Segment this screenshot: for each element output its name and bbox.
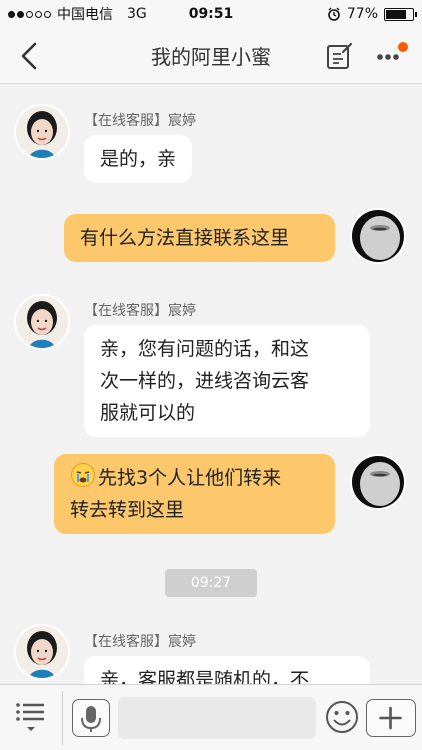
message-bubble-agent[interactable]: 亲，您有问题的话，和这 次一样的，进线咨询云客 服就可以的 — [84, 325, 370, 437]
battery-fill — [386, 9, 407, 19]
add-button[interactable] — [366, 699, 416, 737]
edit-button[interactable] — [326, 42, 354, 70]
back-button[interactable] — [14, 40, 44, 72]
battery-percent: 77% — [346, 6, 378, 22]
battery-icon — [384, 7, 417, 21]
message-text-line: 先找3个人让他们转来 — [70, 462, 319, 494]
sender-name: 【在线客服】宸婷 — [84, 634, 196, 650]
alarm-icon — [328, 7, 340, 21]
user-avatar[interactable] — [350, 454, 406, 510]
menu-list-icon — [16, 703, 44, 731]
message-text: 有什么方法直接联系这里 — [80, 227, 290, 249]
message-bubble-user[interactable]: 有什么方法直接联系这里 — [64, 214, 335, 262]
plus-icon — [379, 706, 402, 730]
agent-avatar-image — [16, 626, 68, 678]
message-bubble-agent[interactable]: 亲，客服都是随机的，不 — [84, 656, 370, 684]
page-title: 我的阿里小蜜 — [151, 45, 271, 69]
crying-face-icon — [71, 463, 95, 487]
voice-button[interactable] — [72, 699, 110, 737]
more-button[interactable] — [374, 42, 408, 70]
timestamp: 09:27 — [165, 569, 257, 597]
agent-avatar[interactable] — [14, 104, 70, 160]
message-bubble-user[interactable]: 先找3个人让他们转来 转去转到这里 — [54, 454, 335, 534]
menu-button[interactable] — [10, 699, 52, 737]
screen: 中国电信 3G 09:51 77% 我的阿里小蜜 【在线客服】宸婷 是的，亲 有… — [0, 0, 422, 750]
toolbar-divider — [62, 691, 63, 745]
user-avatar-image — [352, 210, 404, 262]
message-text-line: 亲，客服都是随机的，不 — [100, 669, 310, 684]
chat-list[interactable]: 【在线客服】宸婷 是的，亲 有什么方法直接联系这里 【在线客服】宸婷 亲，您有问… — [0, 84, 422, 684]
message-text-line: 次一样的，进线咨询云客 — [100, 370, 310, 392]
message-text-line: 转去转到这里 — [70, 499, 185, 521]
agent-avatar-image — [16, 296, 68, 348]
input-toolbar — [0, 684, 422, 750]
agent-avatar[interactable] — [14, 294, 70, 350]
emoji-smile-icon — [326, 701, 358, 733]
status-left: 中国电信 3G — [8, 4, 147, 24]
agent-avatar-image — [16, 106, 68, 158]
carrier-name: 中国电信 — [57, 7, 113, 23]
edit-note-icon — [327, 42, 353, 69]
back-chevron-icon — [21, 42, 37, 70]
sender-name: 【在线客服】宸婷 — [84, 113, 196, 129]
nav-bar: 我的阿里小蜜 — [0, 28, 422, 84]
sender-name: 【在线客服】宸婷 — [84, 303, 196, 319]
network-type: 3G — [127, 6, 147, 22]
status-right: 77% — [327, 6, 417, 22]
message-input[interactable] — [118, 697, 316, 739]
user-avatar[interactable] — [350, 208, 406, 264]
message-text: 是的，亲 — [100, 148, 177, 170]
emoji-button[interactable] — [324, 699, 360, 735]
message-text: 先找3个人让他们转来 — [98, 467, 282, 489]
notification-dot — [398, 42, 408, 52]
agent-avatar[interactable] — [14, 624, 70, 680]
message-text-line: 亲，您有问题的话，和这 — [100, 338, 310, 360]
user-avatar-image — [352, 456, 404, 508]
microphone-icon — [81, 706, 101, 732]
message-bubble-agent[interactable]: 是的，亲 — [84, 135, 193, 183]
status-bar: 中国电信 3G 09:51 77% — [0, 0, 422, 28]
message-text-line: 服就可以的 — [100, 402, 196, 424]
signal-dots-icon — [8, 10, 51, 18]
